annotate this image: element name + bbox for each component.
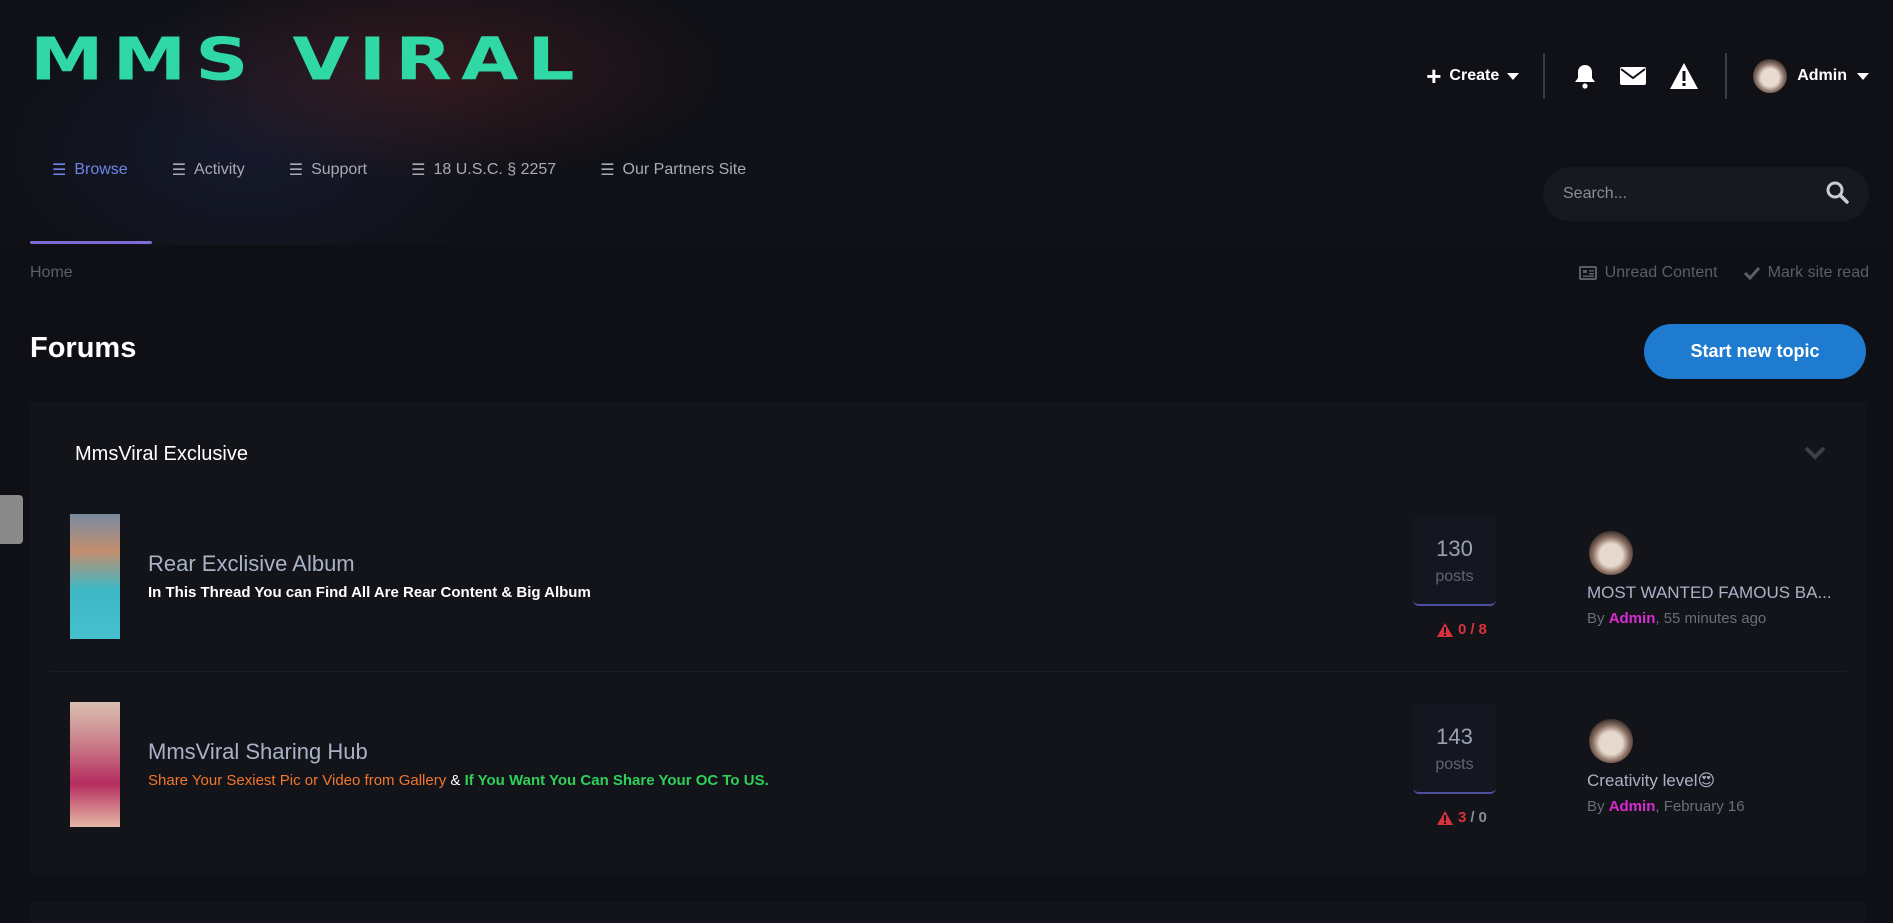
report-count[interactable]: 3 / 0 <box>1436 809 1487 826</box>
forum-thumbnail[interactable] <box>70 514 120 639</box>
avatar[interactable] <box>1589 719 1633 763</box>
active-tab-indicator <box>30 241 152 244</box>
forum-description-part: & <box>446 772 465 789</box>
report-separator: / <box>1470 621 1475 638</box>
forum-thumbnail[interactable] <box>70 702 120 827</box>
site-header: MMS VIRAL + Create Admin ☰ Browse ☰ Acti… <box>0 0 1893 245</box>
user-bar: + Create Admin <box>1426 50 1869 102</box>
mark-site-read-link[interactable]: Mark site read <box>1743 264 1869 282</box>
nav-item-2257[interactable]: ☰ 18 U.S.C. § 2257 <box>411 160 556 180</box>
forum-row: Rear Exclisive Album In This Thread You … <box>50 514 1846 672</box>
category-title[interactable]: MmsViral Exclusive <box>75 443 248 466</box>
report-count-b: 8 <box>1478 621 1487 638</box>
by-label: By <box>1587 798 1605 815</box>
forum-title[interactable]: Rear Exclisive Album <box>148 551 355 577</box>
forum-description: In This Thread You can Find All Are Rear… <box>148 584 591 601</box>
forum-description: Share Your Sexiest Pic or Video from Gal… <box>148 772 769 789</box>
search-box <box>1543 167 1869 221</box>
forum-description-text: In This Thread You can Find All Are Rear… <box>148 584 591 601</box>
nav-label: Our Partners Site <box>622 161 747 178</box>
last-post-author[interactable]: Admin <box>1609 798 1656 815</box>
report-separator: / <box>1470 809 1475 826</box>
menu-icon: ☰ <box>411 162 426 179</box>
last-post-time: , 55 minutes ago <box>1655 610 1767 627</box>
warning-icon <box>1437 622 1453 637</box>
forum-category: MmsViral Exclusive Rear Exclisive Album … <box>30 402 1866 876</box>
post-count-label: posts <box>1435 568 1474 585</box>
mark-read-label: Mark site read <box>1767 264 1869 281</box>
last-post-author[interactable]: Admin <box>1609 610 1656 627</box>
last-post-title[interactable]: MOST WANTED FAMOUS BA... <box>1587 583 1832 603</box>
chevron-down-icon[interactable] <box>1804 446 1826 465</box>
newspaper-icon <box>1578 266 1597 280</box>
post-count-value: 130 <box>1436 536 1473 561</box>
page-title: Forums <box>30 332 137 364</box>
nav-label: Support <box>311 161 368 178</box>
nav-item-partners[interactable]: ☰ Our Partners Site <box>600 160 746 180</box>
envelope-icon[interactable] <box>1619 65 1647 87</box>
divider <box>1543 53 1546 99</box>
report-count-a: 3 <box>1458 809 1467 826</box>
user-name: Admin <box>1797 67 1847 84</box>
menu-icon: ☰ <box>171 162 187 179</box>
site-logo[interactable]: MMS VIRAL <box>30 30 584 89</box>
nav-item-activity[interactable]: ☰ Activity <box>172 160 245 180</box>
last-post-title[interactable]: Creativity level😍 <box>1587 771 1715 791</box>
start-new-topic-button[interactable]: Start new topic <box>1644 324 1866 379</box>
search-icon[interactable] <box>1825 180 1849 209</box>
forum-category-next <box>30 902 1866 923</box>
nav-label: 18 U.S.C. § 2257 <box>433 161 557 178</box>
nav-item-browse[interactable]: ☰ Browse <box>52 160 128 180</box>
post-count-value: 143 <box>1436 724 1473 749</box>
warning-icon <box>1437 810 1453 825</box>
breadcrumb-actions: Unread Content Mark site read <box>1578 264 1869 282</box>
nav-label: Activity <box>194 161 245 178</box>
check-icon <box>1743 266 1760 280</box>
warning-icon[interactable] <box>1669 62 1699 90</box>
report-count[interactable]: 0 / 8 <box>1436 621 1487 638</box>
last-post-time: , February 16 <box>1655 798 1745 815</box>
bell-icon[interactable] <box>1573 63 1597 89</box>
last-post-meta: By Admin, 55 minutes ago <box>1587 610 1766 627</box>
menu-icon: ☰ <box>600 162 615 179</box>
breadcrumb: Home <box>30 264 73 282</box>
last-post-meta: By Admin, February 16 <box>1587 798 1745 815</box>
avatar <box>1753 59 1788 93</box>
post-count-label: posts <box>1435 756 1474 773</box>
report-count-b: 0 <box>1478 809 1487 826</box>
report-count-a: 0 <box>1458 621 1467 638</box>
create-label: Create <box>1449 67 1500 84</box>
nav-item-support[interactable]: ☰ Support <box>289 160 367 180</box>
forum-description-part: Share Your Sexiest Pic or Video from Gal… <box>148 772 447 789</box>
post-count: 130 posts <box>1413 516 1496 606</box>
unread-content-link[interactable]: Unread Content <box>1578 264 1718 282</box>
nav-label: Browse <box>74 161 128 178</box>
search-input[interactable] <box>1563 185 1825 203</box>
post-count: 143 posts <box>1413 704 1496 794</box>
create-menu-button[interactable]: + Create <box>1426 61 1520 91</box>
forum-title[interactable]: MmsViral Sharing Hub <box>148 739 368 765</box>
menu-icon: ☰ <box>52 162 67 179</box>
caret-down-icon <box>1507 72 1520 80</box>
divider <box>1725 53 1728 99</box>
user-menu[interactable]: Admin <box>1753 59 1869 93</box>
menu-icon: ☰ <box>288 162 304 179</box>
breadcrumb-home[interactable]: Home <box>30 264 73 281</box>
side-drawer-tab[interactable] <box>0 495 23 544</box>
main-nav: ☰ Browse ☰ Activity ☰ Support ☰ 18 U.S.C… <box>30 160 790 180</box>
avatar[interactable] <box>1589 531 1633 575</box>
by-label: By <box>1587 610 1605 627</box>
plus-icon: + <box>1426 61 1442 91</box>
caret-down-icon <box>1857 72 1869 80</box>
forum-row: MmsViral Sharing Hub Share Your Sexiest … <box>50 702 1846 832</box>
forum-description-part: If You Want You Can Share Your OC To US. <box>464 772 769 789</box>
unread-label: Unread Content <box>1604 264 1718 281</box>
